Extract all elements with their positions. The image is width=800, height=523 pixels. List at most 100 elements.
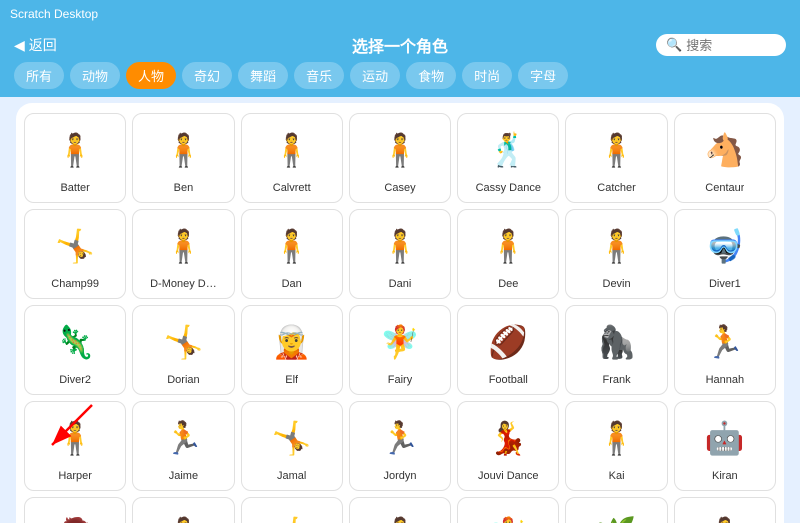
sprite-figure: 🦍 (587, 312, 647, 372)
sprite-figure: 🧍 (587, 216, 647, 276)
category-button[interactable]: 舞蹈 (238, 62, 288, 89)
sprite-card[interactable]: 🏃Hannah (674, 305, 776, 395)
sprite-card[interactable]: 🌿? (565, 497, 667, 523)
sprite-figure: 🕺 (478, 120, 538, 180)
sprite-name: Dee (498, 278, 518, 290)
category-button[interactable]: 音乐 (294, 62, 344, 89)
sprite-card[interactable]: 🤸Champ99 (24, 209, 126, 299)
sprite-name: Jouvi Dance (478, 470, 539, 482)
sprite-card[interactable]: 🤸 Dorian (132, 305, 234, 395)
sprite-figure: 🧍 (153, 216, 213, 276)
sprite-card[interactable]: 🧍Harper (24, 401, 126, 491)
category-button[interactable]: 所有 (14, 62, 64, 89)
sprite-card[interactable]: 🧝Elf (241, 305, 343, 395)
sprite-figure: 🤿 (695, 216, 755, 276)
sprite-name: D-Money D… (150, 278, 217, 290)
category-button[interactable]: 字母 (518, 62, 568, 89)
sprite-figure: 🏃 (153, 408, 213, 468)
back-label: 返回 (29, 35, 57, 55)
back-arrow-icon: ◀ (14, 37, 25, 54)
sprite-name: Diver1 (709, 278, 741, 290)
sprite-card[interactable]: 🤸? (241, 497, 343, 523)
sprite-card[interactable]: 🧍 Ben (132, 113, 234, 203)
sprite-card[interactable]: 🧍 Dee (457, 209, 559, 299)
sprite-figure: 🌿 (587, 504, 647, 523)
sprite-figure: 🧍 (153, 120, 213, 180)
titlebar-label: Scratch Desktop (10, 7, 98, 21)
sprite-figure: 🧍 (153, 504, 213, 523)
search-icon: 🔍 (666, 37, 682, 53)
sprite-name: Kiran (712, 470, 738, 482)
sprite-name: Casey (384, 182, 415, 194)
sprite-name: Champ99 (51, 278, 99, 290)
sprite-card[interactable]: 🧍Calvrett (241, 113, 343, 203)
sprite-name: Batter (60, 182, 89, 194)
sprite-card[interactable]: 🧍Catcher (565, 113, 667, 203)
sprite-figure: 🏃 (695, 312, 755, 372)
sprite-card[interactable]: 🤿 Diver1 (674, 209, 776, 299)
category-button[interactable]: 运动 (350, 62, 400, 89)
sprite-card[interactable]: 🤸 Jamal (241, 401, 343, 491)
sprite-card[interactable]: 🏃 Jaime (132, 401, 234, 491)
sprite-figure: 🤸 (262, 504, 322, 523)
sprite-card[interactable]: 🐴Centaur (674, 113, 776, 203)
sprite-card[interactable]: 🤖Kiran (674, 401, 776, 491)
sprite-figure: 🤸 (262, 408, 322, 468)
sprite-card[interactable]: 🧍 D-Money D… (132, 209, 234, 299)
sprite-card[interactable]: 🕺 Cassy Dance (457, 113, 559, 203)
sprite-card[interactable]: 🧍? (674, 497, 776, 523)
sprite-card[interactable]: 🧍Kai (565, 401, 667, 491)
sprite-name: Kai (609, 470, 625, 482)
sprite-name: Frank (603, 374, 631, 386)
sprite-card[interactable]: 🦍 Frank (565, 305, 667, 395)
sprite-card[interactable]: 🧚 Fairy (349, 305, 451, 395)
category-button[interactable]: 食物 (406, 62, 456, 89)
sprite-card[interactable]: 🧍Dan (241, 209, 343, 299)
sprite-card[interactable]: 🧍? (349, 497, 451, 523)
sprite-figure: 🏃 (370, 408, 430, 468)
sprite-figure: 🧍 (695, 504, 755, 523)
sprite-figure: 🧍 (370, 120, 430, 180)
sprite-figure: 💃 (478, 408, 538, 468)
header: ◀ 返回 选择一个角色 🔍 (0, 28, 800, 62)
sprite-card[interactable]: 🧍? (132, 497, 234, 523)
sprite-name: Jamal (277, 470, 306, 482)
category-button[interactable]: 奇幻 (182, 62, 232, 89)
sprite-name: Dani (389, 278, 412, 290)
sprite-figure: 🧍 (262, 216, 322, 276)
sprite-name: Jordyn (383, 470, 416, 482)
sprite-figure: 🤸 (153, 312, 213, 372)
header-title: 选择一个角色 (352, 33, 448, 57)
categories-bar: 所有动物人物奇幻舞蹈音乐运动食物时尚字母 (0, 62, 800, 97)
sprite-card[interactable]: 🧍Batter (24, 113, 126, 203)
titlebar: Scratch Desktop (0, 0, 800, 28)
sprite-name: Devin (603, 278, 631, 290)
category-button[interactable]: 时尚 (462, 62, 512, 89)
search-input[interactable] (686, 38, 776, 53)
sprite-figure: 🧍 (478, 216, 538, 276)
sprite-name: Jaime (169, 470, 198, 482)
sprite-name: Ben (174, 182, 194, 194)
sprite-figure: 🧝 (262, 312, 322, 372)
category-button[interactable]: 动物 (70, 62, 120, 89)
sprite-name: Cassy Dance (476, 182, 541, 194)
sprite-card[interactable]: 🏃 Jordyn (349, 401, 451, 491)
sprite-card[interactable]: 🦎Diver2 (24, 305, 126, 395)
sprite-card[interactable]: 💃 Jouvi Dance (457, 401, 559, 491)
sprite-card[interactable]: 🧍 Casey (349, 113, 451, 203)
sprite-card[interactable]: 🧍 Devin (565, 209, 667, 299)
sprite-card[interactable]: 🧍Dani (349, 209, 451, 299)
sprite-card[interactable]: 🏈Football (457, 305, 559, 395)
sprite-card[interactable]: 🧟? (24, 497, 126, 523)
sprite-figure: 🧍 (262, 120, 322, 180)
back-button[interactable]: ◀ 返回 (14, 35, 57, 55)
sprite-name: Dorian (167, 374, 199, 386)
sprite-name: Harper (58, 470, 92, 482)
sprite-name: Football (489, 374, 528, 386)
sprite-card[interactable]: 🧚? (457, 497, 559, 523)
category-button[interactable]: 人物 (126, 62, 176, 89)
sprite-figure: 🧚 (370, 312, 430, 372)
sprite-name: Fairy (388, 374, 412, 386)
sprite-figure: 🧟 (45, 504, 105, 523)
sprite-figure: 🧍 (370, 504, 430, 523)
